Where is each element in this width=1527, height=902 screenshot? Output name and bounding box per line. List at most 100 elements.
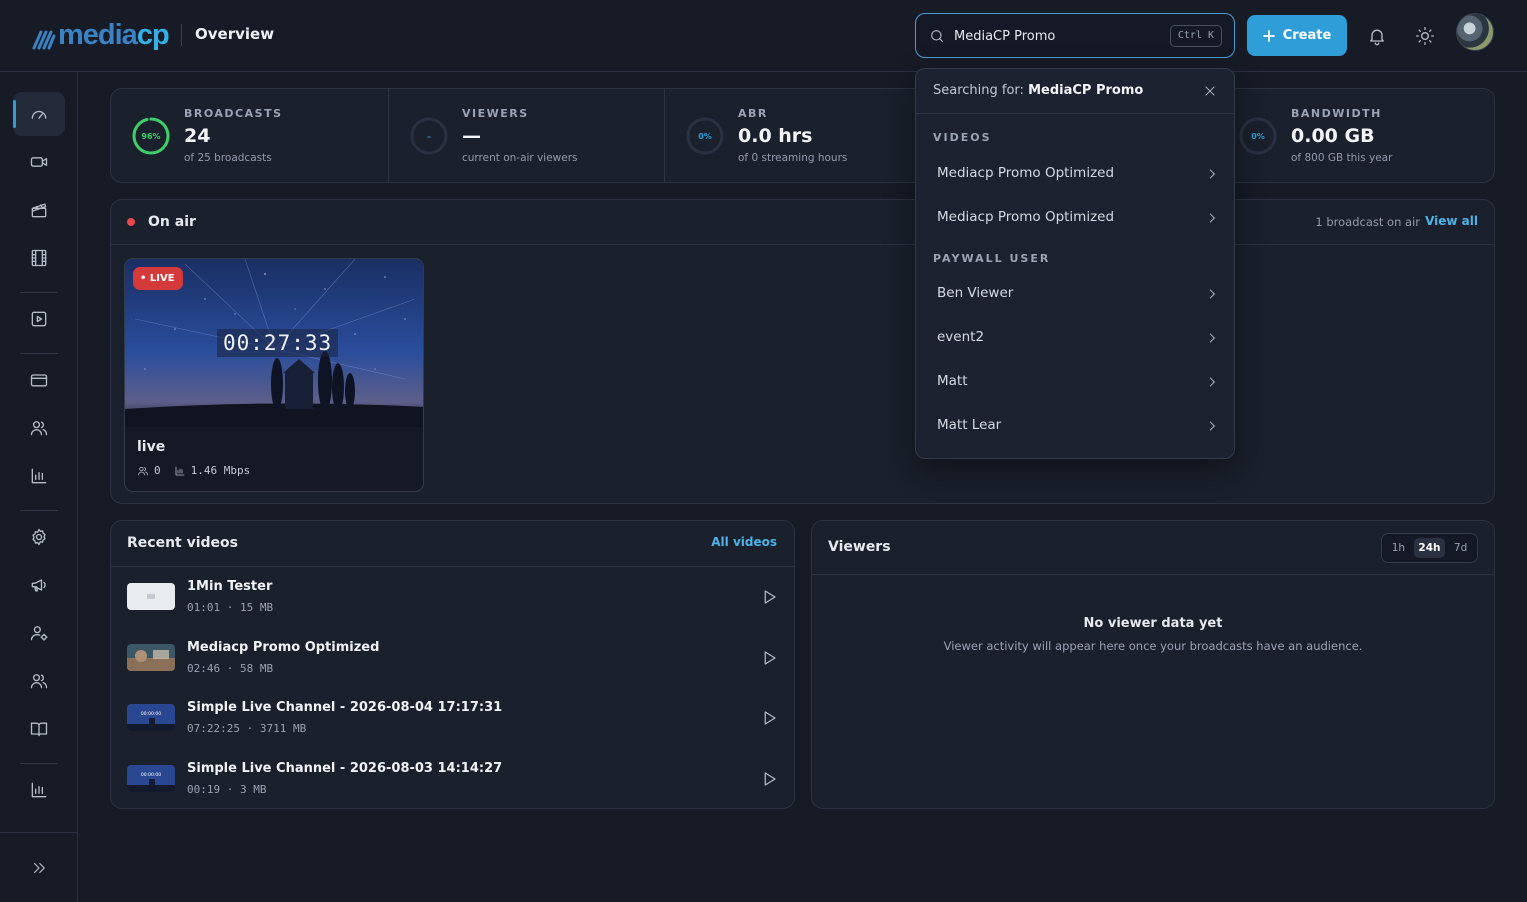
nav-productions[interactable]	[13, 188, 65, 232]
search-result-label: event2	[937, 329, 985, 345]
nav-divider	[20, 292, 58, 293]
broadcast-bitrate: 1.46 Mbps	[190, 464, 251, 477]
viewers-ring-label: –	[427, 132, 431, 141]
top-bar: mediacp Overview Ctrl K Create	[0, 0, 1527, 72]
video-row[interactable]: Mediacp Promo Optimized 02:46 · 58 MB	[111, 628, 794, 688]
nav-dashboard[interactable]	[13, 92, 65, 136]
video-duration: 07:22:25	[187, 722, 240, 735]
nav-billing[interactable]	[13, 358, 65, 402]
broadcast-timer: 00:27:33	[217, 329, 339, 357]
chevron-right-icon	[1209, 289, 1215, 299]
view-all-link[interactable]: View all	[1425, 214, 1478, 228]
search-section-title: PAYWALL USER	[933, 252, 1051, 265]
global-search[interactable]: Ctrl K	[915, 13, 1235, 58]
nav-docs[interactable]	[13, 707, 65, 751]
nav-analytics[interactable]	[13, 768, 65, 812]
all-videos-link[interactable]: All videos	[711, 535, 777, 549]
stat-label: VIEWERS	[462, 107, 529, 120]
search-result-label: Matt Lear	[937, 417, 1002, 433]
search-result-item[interactable]: Mediacp Promo Optimized	[921, 154, 1229, 194]
sidebar-footer-divider	[0, 832, 78, 833]
video-duration: 01:01	[187, 601, 221, 614]
nav-resellers[interactable]	[13, 659, 65, 703]
search-result-item[interactable]: Ben Viewer	[921, 274, 1229, 314]
broadcast-meta: 0 1.46 Mbps	[137, 464, 250, 477]
bitrate-icon	[175, 466, 185, 475]
search-input[interactable]	[954, 25, 1164, 47]
user-avatar[interactable]	[1456, 13, 1494, 51]
nav-players[interactable]	[13, 297, 65, 341]
create-button[interactable]: Create	[1247, 15, 1347, 56]
range-7d[interactable]: 7d	[1450, 538, 1471, 558]
recent-videos-card: Recent videos All videos 1Min Tester 01:0…	[110, 520, 795, 809]
video-row[interactable]: 1Min Tester 01:01 · 15 MB	[111, 567, 794, 627]
page-title: Overview	[195, 25, 275, 43]
play-icon[interactable]	[760, 649, 778, 667]
search-result-item[interactable]: event2	[921, 318, 1229, 358]
search-results-header: Searching for: MediaCP Promo	[916, 69, 1234, 114]
nav-account[interactable]	[13, 611, 65, 655]
chevron-right-icon	[1209, 333, 1215, 343]
film-icon	[31, 249, 47, 267]
viewers-card: Viewers 1h 24h 7d No viewer data yet Vie…	[811, 520, 1495, 809]
video-thumbnail: 00:00:00	[127, 765, 175, 792]
nav-broadcasts[interactable]	[13, 140, 65, 184]
time-range-selector: 1h 24h 7d	[1381, 533, 1478, 563]
abr-progress-ring: 0%	[686, 117, 724, 155]
play-icon[interactable]	[760, 588, 778, 606]
nav-settings[interactable]	[13, 515, 65, 559]
video-meta: 00:19 · 3 MB	[187, 783, 267, 796]
search-query: MediaCP Promo	[1028, 83, 1144, 98]
dashboard-icon	[31, 110, 47, 119]
logo-text: mediacp	[58, 19, 170, 51]
nav-media[interactable]	[13, 236, 65, 280]
search-result-label: Mediacp Promo Optimized	[937, 165, 1115, 181]
video-row[interactable]: 00:00:00 Simple Live Channel - 2026-08-03…	[111, 749, 794, 809]
broadcasts-progress-ring: 96%	[132, 117, 170, 155]
nav-divider	[20, 763, 58, 764]
stat-subtext: of 800 GB this year	[1291, 152, 1393, 164]
bandwidth-progress-ring: 0%	[1239, 117, 1277, 155]
sidebar	[0, 72, 78, 902]
bandwidth-ring-label: 0%	[1251, 132, 1265, 141]
viewers-icon	[138, 466, 148, 475]
range-1h[interactable]: 1h	[1388, 538, 1409, 558]
range-24h[interactable]: 24h	[1414, 538, 1445, 558]
close-icon[interactable]	[1203, 84, 1217, 98]
mediacp-logo[interactable]: mediacp	[32, 18, 172, 52]
nav-announcements[interactable]	[13, 563, 65, 607]
play-icon[interactable]	[760, 770, 778, 788]
megaphone-icon	[31, 579, 46, 592]
on-air-count: 1 broadcast on air	[1315, 215, 1420, 229]
theme-toggle-sun-icon[interactable]	[1415, 26, 1435, 46]
video-size: 3 MB	[240, 783, 267, 796]
nav-users[interactable]	[13, 406, 65, 450]
credit-card-icon	[30, 374, 48, 387]
on-air-card: On air 1 broadcast on air View all • LIV…	[110, 199, 1495, 504]
analytics-icon	[31, 782, 47, 798]
nav-reports[interactable]	[13, 454, 65, 498]
video-thumbnail	[127, 583, 175, 610]
searching-prefix: Searching for:	[933, 83, 1024, 98]
video-size: 15 MB	[240, 601, 274, 614]
sidebar-expand-button[interactable]	[13, 846, 65, 890]
viewers-progress-ring: –	[410, 117, 448, 155]
video-title: Simple Live Channel - 2026-08-04 17:17:3…	[187, 700, 503, 715]
search-result-item[interactable]: Mediacp Promo Optimized	[921, 198, 1229, 238]
video-title: Simple Live Channel - 2026-08-03 14:14:2…	[187, 761, 503, 776]
search-result-item[interactable]: Matt	[921, 362, 1229, 402]
search-result-item[interactable]: Matt Lear	[921, 406, 1229, 446]
recent-videos-header: Recent videos All videos	[111, 521, 794, 567]
stat-label: ABR	[738, 107, 768, 120]
video-row[interactable]: 00:00:00 Simple Live Channel - 2026-08-04…	[111, 688, 794, 748]
notifications-bell-icon[interactable]	[1367, 26, 1387, 46]
searching-for-text: Searching for: MediaCP Promo	[933, 83, 1143, 98]
video-duration: 02:46	[187, 662, 221, 675]
group-icon	[30, 674, 48, 689]
nav-divider	[20, 353, 58, 354]
stat-subtext: of 25 broadcasts	[184, 152, 272, 164]
expand-icon	[33, 862, 45, 874]
broadcast-card[interactable]: • LIVE 00:27:33 live 0 1.46 Mbps	[124, 258, 424, 492]
play-icon[interactable]	[760, 709, 778, 727]
live-indicator-dot	[127, 218, 135, 226]
